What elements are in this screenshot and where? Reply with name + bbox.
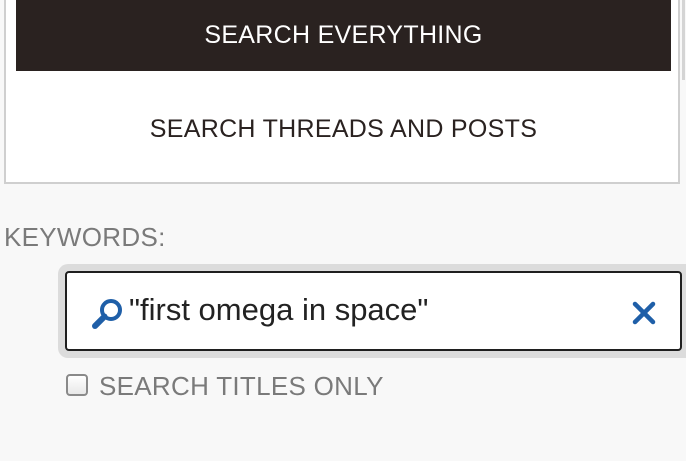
search-type-tabs: SEARCH EVERYTHING SEARCH THREADS AND POS… — [4, 0, 680, 184]
search-titles-only-label[interactable]: SEARCH TITLES ONLY — [99, 371, 384, 402]
search-titles-only-checkbox[interactable] — [66, 374, 88, 396]
tab-search-everything-label: SEARCH EVERYTHING — [204, 21, 483, 49]
keywords-input[interactable] — [129, 285, 609, 335]
keywords-search-box[interactable] — [65, 271, 682, 351]
close-icon[interactable] — [632, 301, 656, 325]
tab-search-threads-label: SEARCH THREADS AND POSTS — [149, 114, 538, 143]
keywords-label: KEYWORDS: — [4, 222, 166, 252]
scrollbar[interactable] — [682, 0, 685, 80]
search-icon — [92, 299, 122, 329]
tab-search-threads-and-posts[interactable]: SEARCH THREADS AND POSTS — [16, 104, 671, 154]
tab-search-everything[interactable]: SEARCH EVERYTHING — [16, 0, 671, 71]
